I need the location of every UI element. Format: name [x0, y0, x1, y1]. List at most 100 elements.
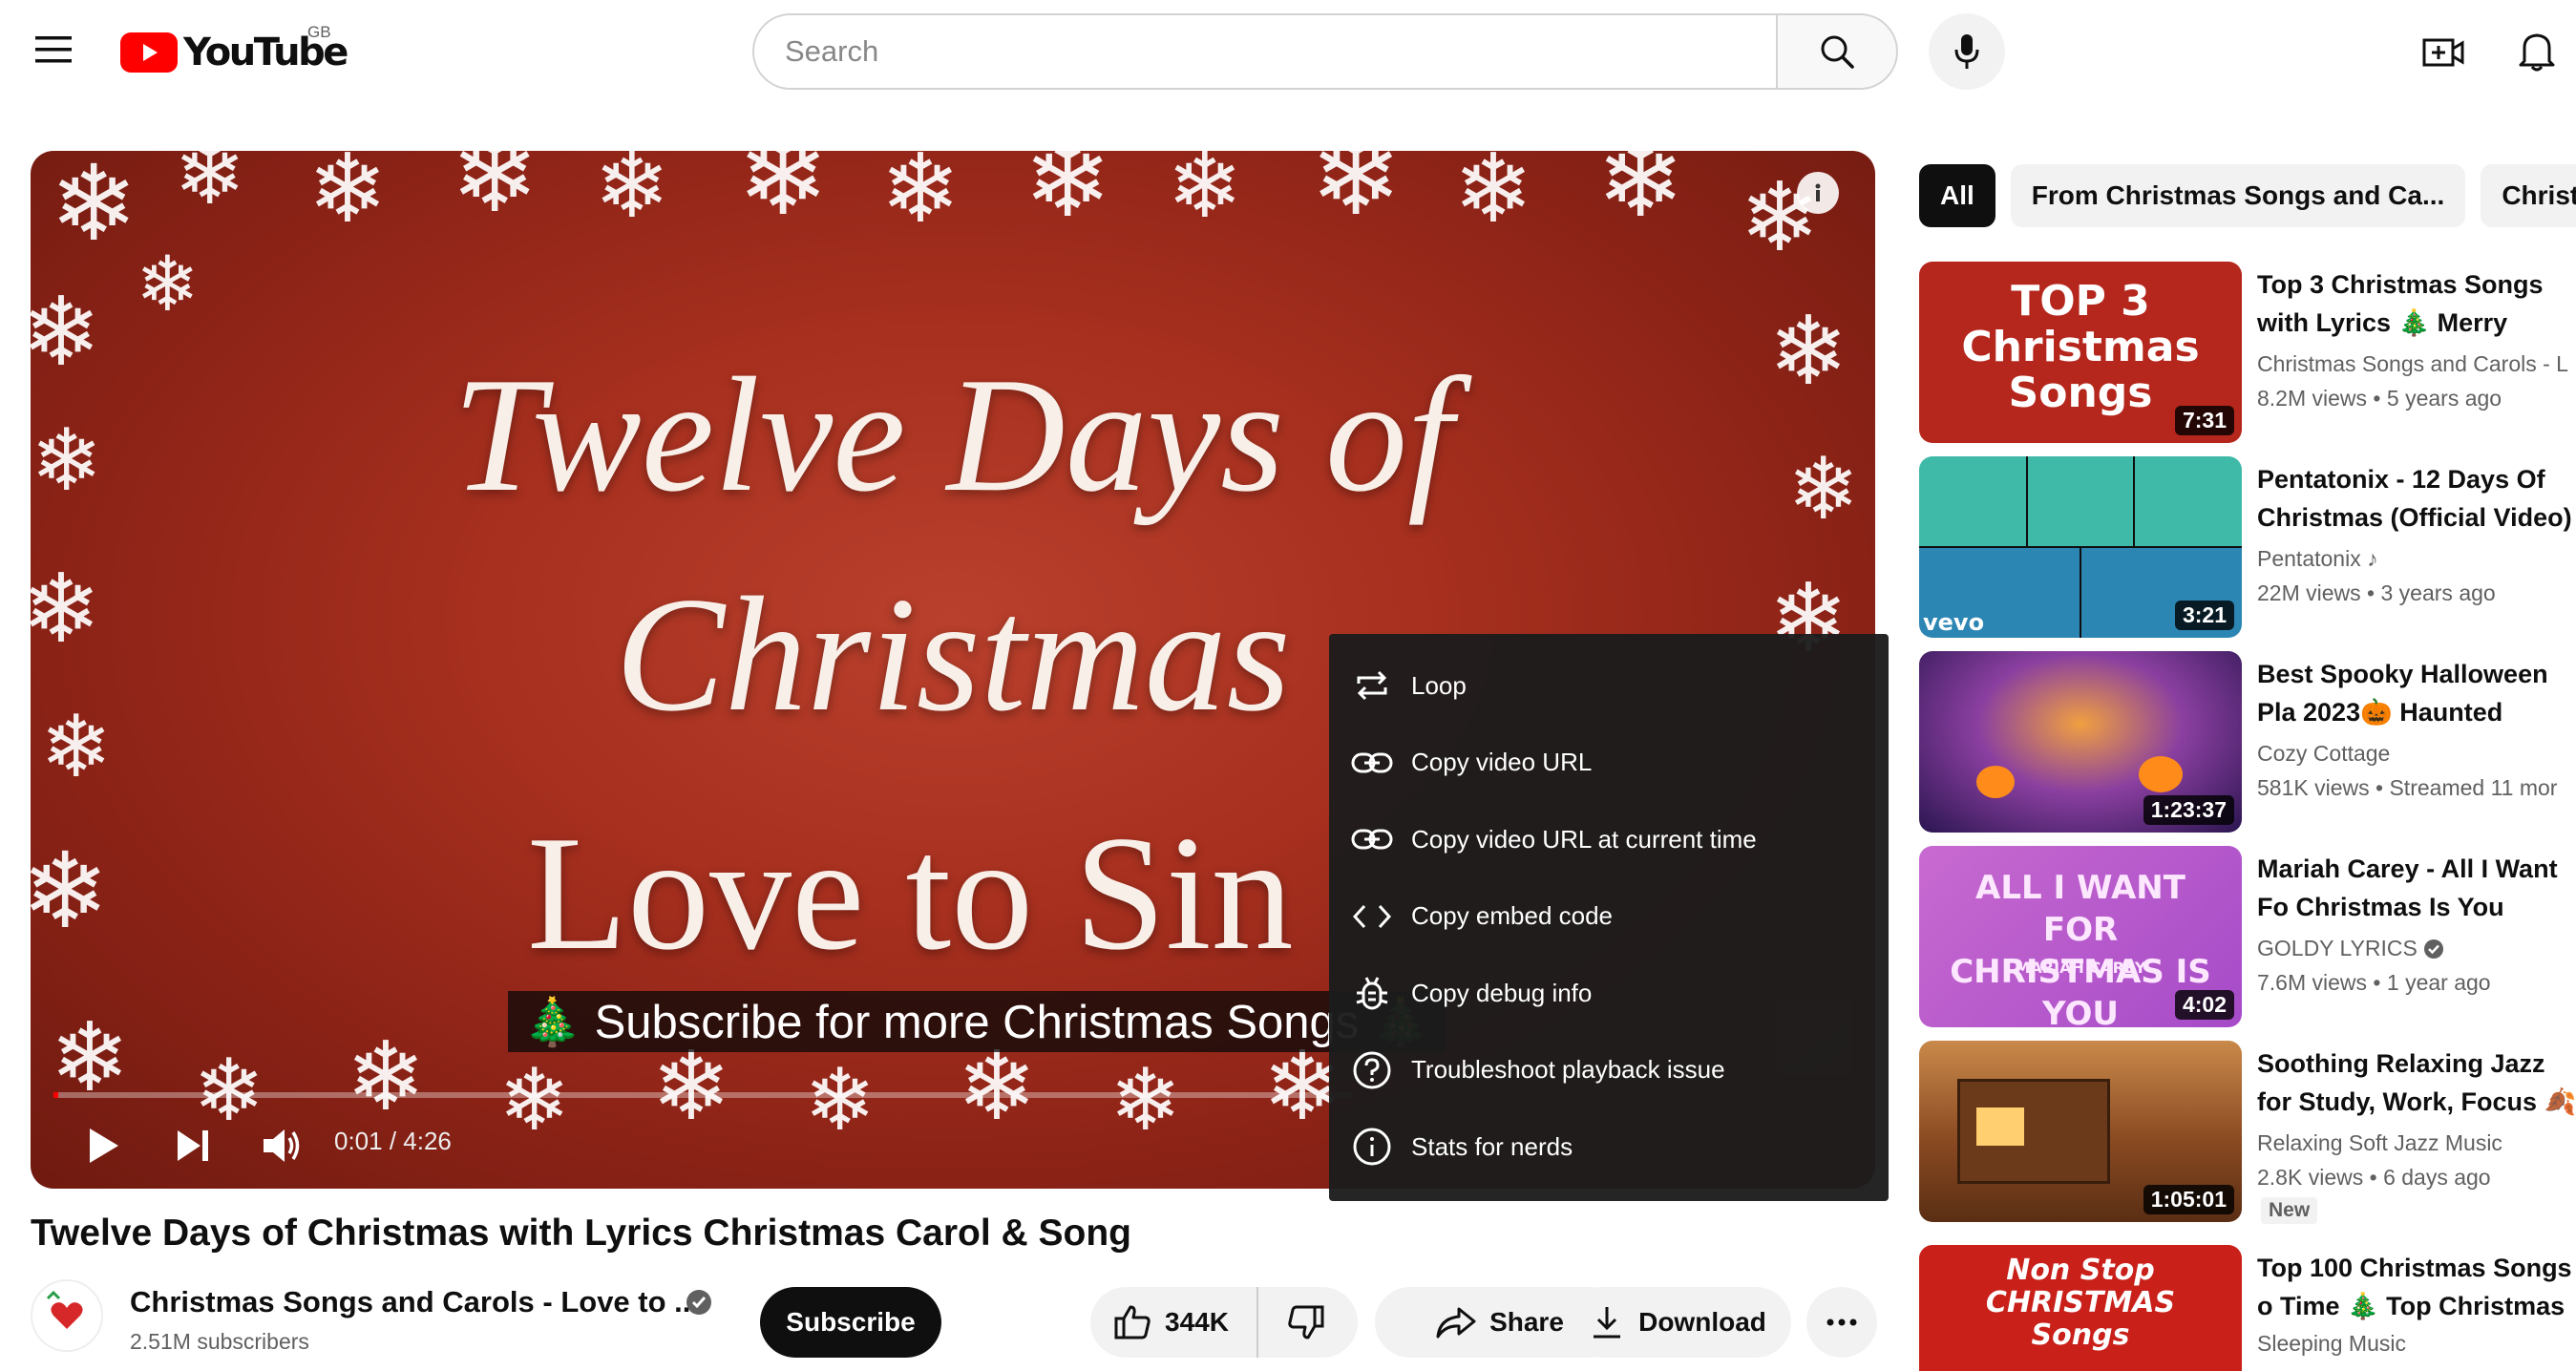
recommendation-item[interactable]: vevo 3:21 Pentatonix - 12 Days Of Christ… — [1919, 456, 2576, 638]
recommendation-channel[interactable]: Cozy Cottage — [2257, 741, 2390, 767]
play-icon — [90, 1128, 118, 1163]
thumbnail-subtext: MARIAH CAREY — [2015, 959, 2146, 977]
hamburger-menu-icon[interactable] — [32, 29, 74, 71]
snowflake-decoration: ❄ — [346, 1021, 426, 1132]
snowflake-decoration: ❄ — [136, 240, 201, 328]
menu-item-copy-debug-info[interactable]: Copy debug info — [1329, 955, 1889, 1032]
recommendation-title[interactable]: Soothing Relaxing Jazz for Study, Work, … — [2257, 1044, 2576, 1121]
loop-icon — [1350, 664, 1394, 707]
menu-item-copy-embed-code[interactable]: Copy embed code — [1329, 878, 1889, 956]
recommendation-channel[interactable]: Relaxing Soft Jazz Music — [2257, 1130, 2502, 1156]
video-thumbnail[interactable]: vevo 3:21 — [1919, 456, 2242, 638]
thumbnail-text: vevo — [1923, 609, 1985, 636]
recommendation-title[interactable]: Top 3 Christmas Songs with Lyrics 🎄 Merr… — [2257, 265, 2576, 342]
snowflake-decoration: ❄ — [651, 1030, 731, 1142]
download-button[interactable]: Download — [1566, 1287, 1791, 1358]
menu-item-troubleshoot[interactable]: Troubleshoot playback issue — [1329, 1032, 1889, 1109]
recommendation-title[interactable]: Best Spooky Halloween Pla 2023🎃 Haunted … — [2257, 655, 2576, 731]
link-icon — [1350, 817, 1394, 861]
snowflake-decoration: ❄ — [498, 1050, 571, 1150]
notifications-button[interactable] — [2513, 27, 2561, 74]
skip-next-icon — [178, 1130, 208, 1161]
recommendation-item[interactable]: ALL I WANT FOR CHRISTMAS IS YOU MARIAH C… — [1919, 846, 2576, 1027]
video-thumbnail[interactable]: ALL I WANT FOR CHRISTMAS IS YOU MARIAH C… — [1919, 846, 2242, 1027]
recommendation-item[interactable]: TOP 3 Christmas Songs 7:31 Top 3 Christm… — [1919, 262, 2576, 443]
thumbnail-text: Non Stop CHRISTMAS Songs — [1985, 1254, 2176, 1352]
upload-age: 3 years ago — [2380, 580, 2496, 605]
recommendation-channel[interactable]: Christmas Songs and Carols - L — [2257, 351, 2568, 377]
video-plus-icon — [2422, 38, 2464, 67]
menu-item-label: Copy debug info — [1411, 978, 1593, 1007]
thumbs-down-icon — [1288, 1305, 1324, 1339]
video-thumbnail[interactable]: Non Stop CHRISTMAS Songs — [1919, 1245, 2242, 1371]
info-icon — [1350, 1125, 1394, 1169]
recommendation-meta: 2.8K views • 6 days ago — [2257, 1165, 2491, 1190]
video-duration: 3:21 — [2174, 601, 2234, 630]
video-thumbnail[interactable]: 1:05:01 — [1919, 1041, 2242, 1222]
chip-all[interactable]: All — [1919, 164, 1995, 227]
recommendation-channel[interactable]: Pentatonix ♪ — [2257, 546, 2378, 572]
search-input[interactable] — [785, 34, 1776, 69]
chip-christmas[interactable]: Christm — [2481, 164, 2576, 227]
video-thumbnail[interactable]: TOP 3 Christmas Songs 7:31 — [1919, 262, 2242, 443]
verified-icon — [2424, 939, 2444, 959]
thumbnail-text: TOP 3 Christmas Songs — [1961, 277, 2200, 417]
progress-fill — [53, 1092, 59, 1098]
volume-button[interactable] — [254, 1117, 311, 1174]
chip-from-channel[interactable]: From Christmas Songs and Ca... — [2010, 164, 2466, 227]
menu-item-label: Loop — [1411, 670, 1467, 700]
bug-icon — [1350, 971, 1394, 1015]
like-button[interactable]: 344K — [1090, 1287, 1258, 1358]
recommendation-meta: 581K views • Streamed 11 mor — [2257, 775, 2558, 800]
recommendation-channel[interactable]: GOLDY LYRICS — [2257, 936, 2444, 961]
snowflake-decoration: ❄ — [1596, 151, 1685, 241]
video-frame-title-line: Twelve Days of — [453, 345, 1453, 526]
menu-item-loop[interactable]: Loop — [1329, 647, 1889, 725]
recommendation-item[interactable]: Non Stop CHRISTMAS Songs Top 100 Christm… — [1919, 1245, 2576, 1371]
create-video-button[interactable] — [2419, 29, 2467, 76]
menu-item-copy-video-url[interactable]: Copy video URL — [1329, 725, 1889, 802]
video-info-icon[interactable] — [1797, 172, 1839, 214]
snowflake-decoration: ❄ — [174, 151, 246, 224]
subscribe-button[interactable]: Subscribe — [760, 1287, 941, 1358]
play-button[interactable] — [74, 1117, 132, 1174]
recommendation-item[interactable]: 1:05:01 Soothing Relaxing Jazz for Study… — [1919, 1041, 2576, 1224]
share-icon — [1436, 1307, 1476, 1339]
dislike-button[interactable] — [1258, 1287, 1354, 1358]
recommendation-title[interactable]: Pentatonix - 12 Days Of Christmas (Offic… — [2257, 460, 2576, 537]
more-actions-button[interactable] — [1806, 1287, 1877, 1358]
recommendation-channel[interactable]: Sleeping Music — [2257, 1331, 2406, 1357]
download-icon — [1594, 1307, 1621, 1339]
youtube-logo[interactable]: YouTube GB — [120, 23, 348, 76]
upload-age: 6 days ago — [2383, 1165, 2491, 1190]
caption-text: 🎄 Subscribe for more Christmas Songs 🎄 — [508, 991, 1446, 1052]
snowflake-decoration: ❄ — [804, 1050, 876, 1150]
video-duration: 1:23:37 — [2143, 795, 2234, 825]
masthead: YouTube GB — [0, 0, 2576, 103]
next-button[interactable] — [164, 1117, 222, 1174]
recommendation-meta: 8.2M views • 5 years ago — [2257, 386, 2502, 411]
download-label: Download — [1638, 1307, 1766, 1337]
recommendation-title[interactable]: Mariah Carey - All I Want Fo Christmas I… — [2257, 850, 2576, 926]
recommendation-item[interactable]: 1:23:37 Best Spooky Halloween Pla 2023🎃 … — [1919, 651, 2576, 833]
snowflake-decoration: ❄ — [880, 151, 961, 244]
menu-item-copy-url-at-time[interactable]: Copy video URL at current time — [1329, 801, 1889, 878]
progress-bar[interactable] — [53, 1092, 1352, 1098]
menu-item-label: Troubleshoot playback issue — [1411, 1055, 1725, 1085]
video-thumbnail[interactable]: 1:23:37 — [1919, 651, 2242, 833]
volume-icon — [264, 1129, 300, 1162]
recommendation-title[interactable]: Top 100 Christmas Songs o Time 🎄 Top Chr… — [2257, 1249, 2576, 1325]
snowflake-decoration: ❄ — [737, 151, 830, 241]
search-button[interactable] — [1776, 13, 1898, 90]
recommendation-meta: 22M views • 3 years ago — [2257, 580, 2496, 605]
channel-avatar[interactable] — [31, 1279, 103, 1352]
snowflake-decoration: ❄ — [50, 151, 138, 264]
channel-name[interactable]: Christmas Songs and Carols - Love to ... — [130, 1285, 699, 1319]
heart-logo-icon — [40, 1289, 94, 1342]
video-duration: 4:02 — [2174, 990, 2234, 1020]
like-dislike-group: 344K — [1090, 1287, 1358, 1358]
menu-item-stats-for-nerds[interactable]: Stats for nerds — [1329, 1108, 1889, 1186]
video-duration: 1:05:01 — [2143, 1185, 2234, 1214]
player-context-menu: Loop Copy video URL Copy video URL at cu… — [1329, 634, 1889, 1201]
voice-search-button[interactable] — [1929, 13, 2005, 90]
